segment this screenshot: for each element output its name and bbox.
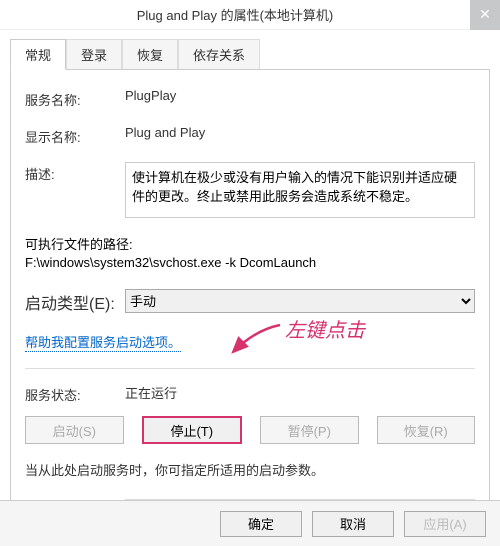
start-button: 启动(S) <box>25 416 124 444</box>
dialog-footer: 确定 取消 应用(A) <box>0 500 500 546</box>
tab-recovery[interactable]: 恢复 <box>122 39 178 70</box>
executable-path-section: 可执行文件的路径: F:\windows\system32\svchost.ex… <box>25 234 475 270</box>
description-label: 描述: <box>25 162 125 183</box>
properties-dialog: Plug and Play 的属性(本地计算机) ✕ 常规 登录 恢复 依存关系… <box>0 0 500 546</box>
startup-params-hint: 当从此处启动服务时，你可指定所适用的启动参数。 <box>25 460 475 479</box>
display-name-value: Plug and Play <box>125 125 475 140</box>
executable-path-label: 可执行文件的路径: <box>25 234 475 253</box>
startup-type-select[interactable]: 手动 <box>125 289 475 313</box>
separator <box>25 368 475 369</box>
cancel-button[interactable]: 取消 <box>312 511 394 537</box>
service-status-label: 服务状态: <box>25 383 125 404</box>
description-textbox[interactable]: 使计算机在极少或没有用户输入的情况下能识别并适应硬件的更改。终止或禁用此服务会造… <box>125 162 475 218</box>
tab-logon[interactable]: 登录 <box>66 39 122 70</box>
stop-button[interactable]: 停止(T) <box>142 416 243 444</box>
content-area: 常规 登录 恢复 依存关系 服务名称: PlugPlay 显示名称: Plug … <box>0 30 500 536</box>
tab-dependencies[interactable]: 依存关系 <box>178 39 260 70</box>
startup-type-row: 启动类型(E): 手动 <box>25 288 475 314</box>
tab-general[interactable]: 常规 <box>10 39 66 70</box>
display-name-label: 显示名称: <box>25 125 125 146</box>
titlebar: Plug and Play 的属性(本地计算机) ✕ <box>0 0 500 30</box>
pause-button: 暂停(P) <box>260 416 359 444</box>
apply-button: 应用(A) <box>404 511 486 537</box>
service-control-buttons: 启动(S) 停止(T) 暂停(P) 恢复(R) <box>25 416 475 444</box>
service-status-row: 服务状态: 正在运行 <box>25 383 475 404</box>
executable-path-value: F:\windows\system32\svchost.exe -k DcomL… <box>25 255 475 270</box>
general-panel: 服务名称: PlugPlay 显示名称: Plug and Play 描述: 使… <box>10 70 490 536</box>
close-icon: ✕ <box>479 6 491 23</box>
ok-button[interactable]: 确定 <box>220 511 302 537</box>
startup-type-label: 启动类型(E): <box>25 288 125 314</box>
resume-button: 恢复(R) <box>377 416 476 444</box>
service-status-value: 正在运行 <box>125 383 475 402</box>
display-name-row: 显示名称: Plug and Play <box>25 125 475 146</box>
description-row: 描述: 使计算机在极少或没有用户输入的情况下能识别并适应硬件的更改。终止或禁用此… <box>25 162 475 218</box>
close-button[interactable]: ✕ <box>470 0 500 30</box>
service-name-label: 服务名称: <box>25 88 125 109</box>
service-name-value: PlugPlay <box>125 88 475 103</box>
tab-strip: 常规 登录 恢复 依存关系 <box>10 38 490 70</box>
service-name-row: 服务名称: PlugPlay <box>25 88 475 109</box>
help-link[interactable]: 帮助我配置服务启动选项。 <box>25 332 181 352</box>
window-title: Plug and Play 的属性(本地计算机) <box>0 5 470 24</box>
